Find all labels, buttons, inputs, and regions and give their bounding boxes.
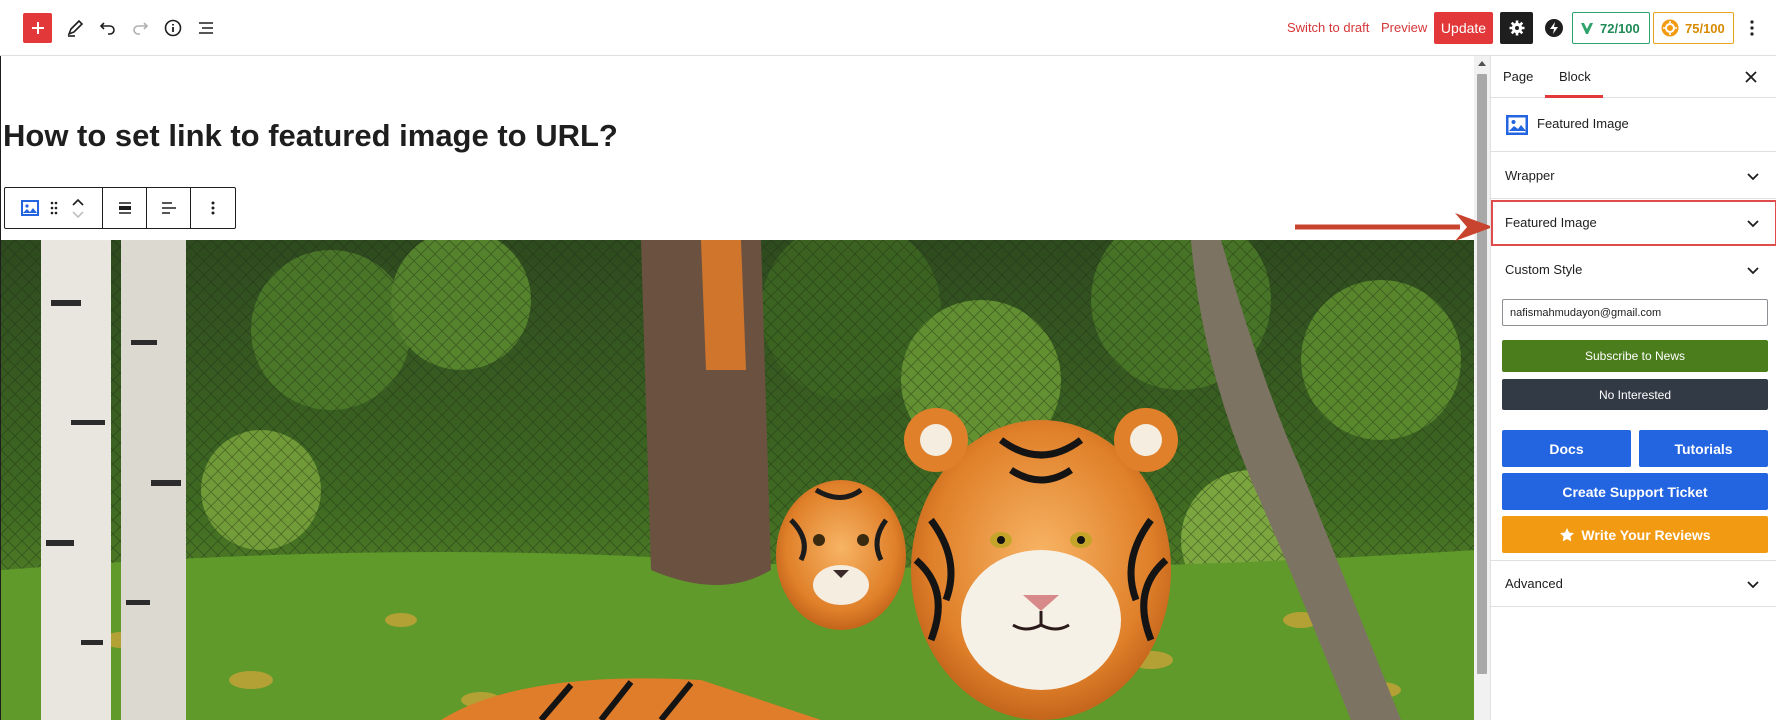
newsletter-email-input[interactable] [1502,299,1768,326]
more-vertical-icon [1750,20,1754,36]
block-toolbar [4,187,236,229]
undo-icon [99,22,115,35]
plus-icon [31,22,44,34]
annotation-arrow-icon [1295,213,1493,241]
move-down-icon[interactable] [71,210,84,219]
canvas-scrollbar[interactable] [1474,56,1490,720]
move-up-icon[interactable] [71,198,84,206]
drag-handle-icon [50,201,57,215]
seo-score-badge[interactable]: 72/100 [1572,12,1650,44]
panel-title: Custom Style [1505,262,1583,277]
preview-link[interactable]: Preview [1381,20,1427,35]
tab-page[interactable]: Page [1503,69,1533,84]
chevron-down-icon [1747,220,1759,228]
scroll-up-arrow-icon[interactable] [1478,61,1486,66]
settings-sidebar: Page Block Featured Image Wrapper Featur… [1490,56,1776,720]
block-card-title: Featured Image [1537,116,1629,131]
image-icon [20,200,39,216]
panel-custom-style[interactable]: Custom Style [1491,247,1776,293]
chevron-down-icon [1747,173,1759,181]
list-view-icon [199,22,213,34]
panel-featured-image[interactable]: Featured Image [1491,200,1776,246]
panel-title: Featured Image [1505,215,1597,230]
justify-button[interactable] [155,188,183,228]
docs-button[interactable]: Docs [1502,430,1631,467]
editor-canvas[interactable]: How to set link to featured image to URL… [0,56,1474,720]
info-icon [164,19,182,37]
tab-block[interactable]: Block [1559,69,1591,84]
image-icon [1506,115,1528,135]
redo-button[interactable] [124,12,156,44]
details-button[interactable] [157,12,189,44]
post-title[interactable]: How to set link to featured image to URL… [3,118,618,154]
panel-advanced[interactable]: Advanced [1491,561,1776,607]
options-menu-button[interactable] [1736,12,1768,44]
block-toolbar-group-more [191,188,235,228]
sidebar-tabs: Page Block [1491,56,1776,98]
panel-wrapper[interactable]: Wrapper [1491,153,1776,199]
chevron-down-icon [1747,267,1759,275]
plugin-button[interactable] [1540,14,1568,42]
add-block-button[interactable] [23,13,52,43]
undo-button[interactable] [92,12,124,44]
seo-score-value: 72/100 [1600,20,1640,36]
readability-score-badge[interactable]: 75/100 [1653,12,1734,44]
align-button[interactable] [111,188,139,228]
write-reviews-label: Write Your Reviews [1581,526,1711,543]
move-buttons [64,188,92,228]
not-interested-button[interactable]: No Interested [1502,379,1768,410]
scroll-thumb[interactable] [1477,74,1487,674]
block-toolbar-group-align [103,188,147,228]
block-type-button[interactable] [16,188,44,228]
editor-header: Switch to draft Preview Update 72/100 75… [0,0,1776,56]
tutorials-button[interactable]: Tutorials [1639,430,1768,467]
readability-score-value: 75/100 [1685,20,1725,36]
block-toolbar-group-parent [5,188,103,228]
gear-icon [1509,20,1524,36]
block-options-button[interactable] [199,188,227,228]
star-icon [1560,527,1575,541]
more-options-icon [211,201,215,215]
close-sidebar-button[interactable] [1741,67,1761,87]
tools-button[interactable] [59,12,91,44]
readability-plugin-icon [1661,19,1679,37]
panel-title: Advanced [1505,576,1563,591]
seo-plugin-icon [1581,23,1593,34]
subscribe-button[interactable]: Subscribe to News [1502,340,1768,372]
block-toolbar-group-justify [147,188,191,228]
block-card: Featured Image [1491,99,1776,152]
featured-image[interactable] [1,240,1474,720]
close-icon [1745,71,1757,83]
write-reviews-button[interactable]: Write Your Reviews [1502,516,1768,553]
chevron-down-icon [1747,581,1759,589]
list-view-button[interactable] [190,12,222,44]
justify-left-icon [161,202,176,214]
bolt-circle-icon [1545,19,1563,37]
pencil-icon [67,19,84,37]
tiger-photo [1,240,1474,720]
update-button[interactable]: Update [1434,12,1493,44]
switch-to-draft-link[interactable]: Switch to draft [1287,20,1369,35]
create-support-ticket-button[interactable]: Create Support Ticket [1502,473,1768,510]
active-tab-indicator [1545,95,1603,98]
redo-icon [133,22,149,35]
align-wide-icon [118,202,131,214]
drag-handle-button[interactable] [44,188,64,228]
settings-button[interactable] [1500,12,1533,44]
panel-title: Wrapper [1505,168,1555,183]
